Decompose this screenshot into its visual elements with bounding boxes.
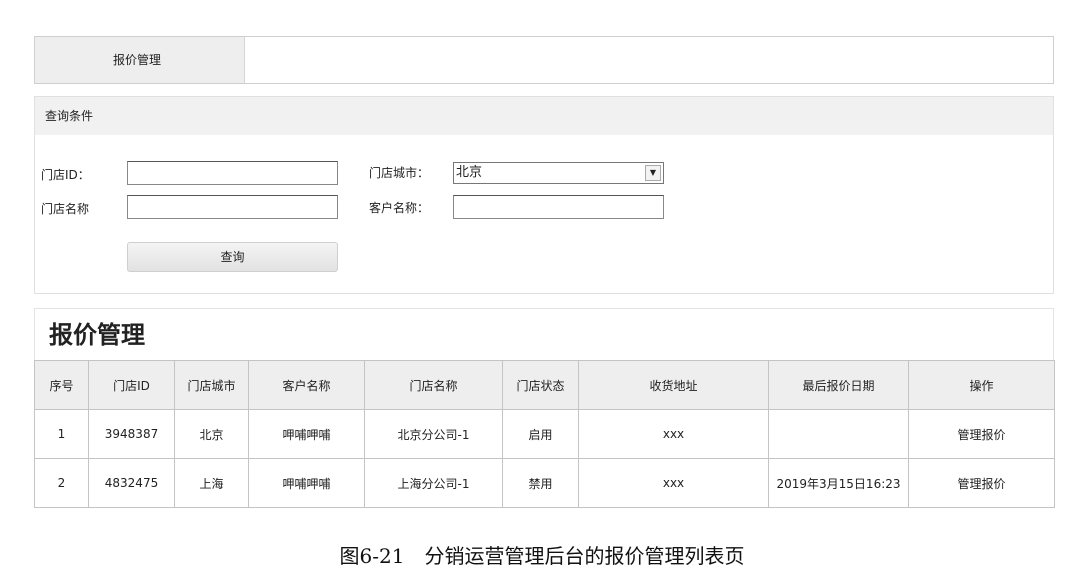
store-name-label: 门店名称 xyxy=(41,202,90,216)
store-id-input[interactable] xyxy=(127,161,338,185)
customer-name-label: 客户名称： xyxy=(369,201,430,215)
column-header-store-id: 门店ID xyxy=(88,360,175,410)
column-header-customer-name: 客户名称 xyxy=(248,360,365,410)
store-city-label: 门店城市： xyxy=(369,166,430,180)
top-tab-bar: 报价管理 xyxy=(34,36,1054,84)
cell-store-city: 北京 xyxy=(174,409,249,459)
manage-quote-link[interactable]: 管理报价 xyxy=(908,458,1055,508)
cell-delivery-address: xxx xyxy=(578,458,769,508)
cell-store-status: 禁用 xyxy=(502,458,579,508)
figure-caption: 图6-21 分销运营管理后台的报价管理列表页 xyxy=(339,544,745,568)
cell-index: 2 xyxy=(34,458,89,508)
store-name-input[interactable] xyxy=(127,195,338,219)
chevron-down-icon[interactable]: ▼ xyxy=(645,165,661,181)
tab-quote-management[interactable]: 报价管理 xyxy=(35,37,245,83)
customer-name-input[interactable] xyxy=(453,195,664,219)
cell-store-id: 4832475 xyxy=(88,458,175,508)
store-id-label: 门店ID： xyxy=(41,168,90,182)
cell-last-quote-date xyxy=(768,409,909,459)
query-panel-header: 查询条件 xyxy=(35,97,1053,135)
store-city-selected-value: 北京 xyxy=(456,165,483,180)
search-button[interactable]: 查询 xyxy=(127,242,338,272)
cell-store-name: 北京分公司-1 xyxy=(364,409,503,459)
column-header-store-name: 门店名称 xyxy=(364,360,503,410)
cell-store-name: 上海分公司-1 xyxy=(364,458,503,508)
column-header-actions: 操作 xyxy=(908,360,1055,410)
manage-quote-link[interactable]: 管理报价 xyxy=(908,409,1055,459)
cell-delivery-address: xxx xyxy=(578,409,769,459)
cell-customer-name: 呷哺呷哺 xyxy=(248,409,365,459)
cell-last-quote-date: 2019年3月15日16:23 xyxy=(768,458,909,508)
cell-store-id: 3948387 xyxy=(88,409,175,459)
table-row: 2 4832475 上海 呷哺呷哺 上海分公司-1 禁用 xxx 2019年3月… xyxy=(34,458,1055,508)
table-header-row: 序号 门店ID 门店城市 客户名称 门店名称 门店状态 收货地址 最后报价日期 … xyxy=(34,360,1055,410)
store-city-select[interactable]: 北京 ▼ xyxy=(453,162,664,184)
query-panel: 查询条件 门店ID： 门店名称 门店城市： 北京 ▼ 客户名称： 查询 xyxy=(34,96,1054,294)
cell-index: 1 xyxy=(34,409,89,459)
list-title: 报价管理 xyxy=(34,308,1054,360)
column-header-last-quote-date: 最后报价日期 xyxy=(768,360,909,410)
column-header-delivery-address: 收货地址 xyxy=(578,360,769,410)
column-header-store-status: 门店状态 xyxy=(502,360,579,410)
cell-customer-name: 呷哺呷哺 xyxy=(248,458,365,508)
column-header-index: 序号 xyxy=(34,360,89,410)
table-row: 1 3948387 北京 呷哺呷哺 北京分公司-1 启用 xxx 管理报价 xyxy=(34,409,1055,459)
cell-store-status: 启用 xyxy=(502,409,579,459)
quote-table: 序号 门店ID 门店城市 客户名称 门店名称 门店状态 收货地址 最后报价日期 … xyxy=(34,360,1055,508)
cell-store-city: 上海 xyxy=(174,458,249,508)
column-header-store-city: 门店城市 xyxy=(174,360,249,410)
